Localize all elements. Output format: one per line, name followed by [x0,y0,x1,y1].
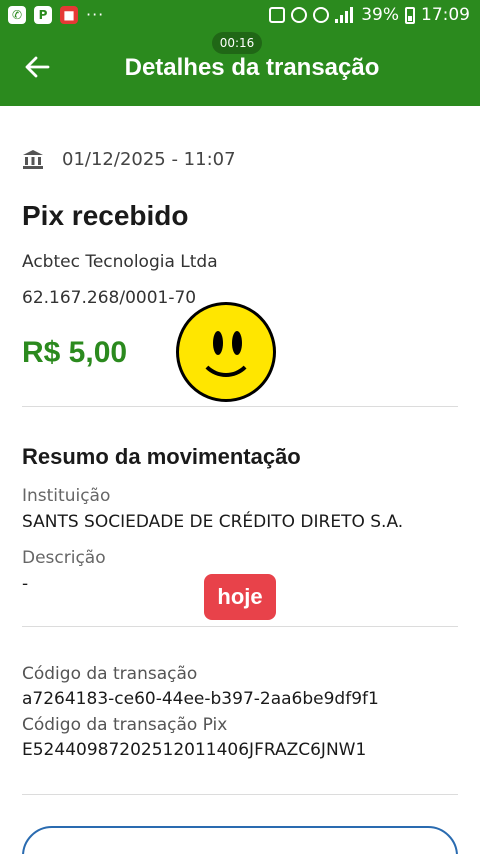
today-sticker: hoje [204,574,276,620]
more-icon: ··· [86,5,105,24]
description-value: - [22,574,29,594]
bank-icon [23,150,43,169]
page-title: Detalhes da transação [124,54,380,81]
transaction-type: Pix recebido [22,200,189,231]
wifi-icon [313,7,330,23]
payer-name: Acbtec Tecnologia Ltda [22,252,218,272]
transaction-datetime: 01/12/2025 - 11:07 [62,148,236,170]
app-bar: 00:16 Detalhes da transação [0,32,480,106]
smiley-mouth [197,339,255,377]
divider [22,626,458,627]
description-label: Descrição [22,548,106,568]
smiley-face-sticker [176,302,276,402]
pix-code-label: Código da transação Pix [22,715,228,735]
divider [22,794,458,795]
clock: 17:09 [421,5,470,25]
divider [22,406,458,407]
system-icons: 39% 17:09 [269,5,470,25]
parking-icon: P [34,6,52,24]
battery-icon [405,6,415,24]
transaction-date-row: 01/12/2025 - 11:07 [22,148,236,170]
app-icon: ■ [60,6,78,24]
battery-percent: 39% [361,5,399,25]
transaction-code-label: Código da transação [22,664,198,684]
cast-icon [269,7,286,23]
notification-icons: ✆ P ■ ··· [8,6,104,24]
signal-icon [335,7,355,23]
whatsapp-icon: ✆ [8,6,26,24]
pix-code-value: E52440987202512011406JFRAZC6JNW1 [22,740,367,760]
transaction-code-value: a7264183-ce60-44ee-b397-2aa6be9df9f1 [22,689,379,709]
transaction-amount: R$ 5,00 [22,336,128,369]
status-bar: ✆ P ■ ··· 39% 17:09 [0,0,480,32]
summary-title: Resumo da movimentação [22,444,301,469]
recording-timer: 00:16 [212,32,262,54]
institution-label: Instituição [22,486,111,506]
alarm-icon [291,7,308,23]
institution-value: SANTS SOCIEDADE DE CRÉDITO DIRETO S.A. [22,512,404,532]
payer-cnpj: 62.167.268/0001-70 [22,288,197,308]
bottom-action-button[interactable] [22,826,458,854]
